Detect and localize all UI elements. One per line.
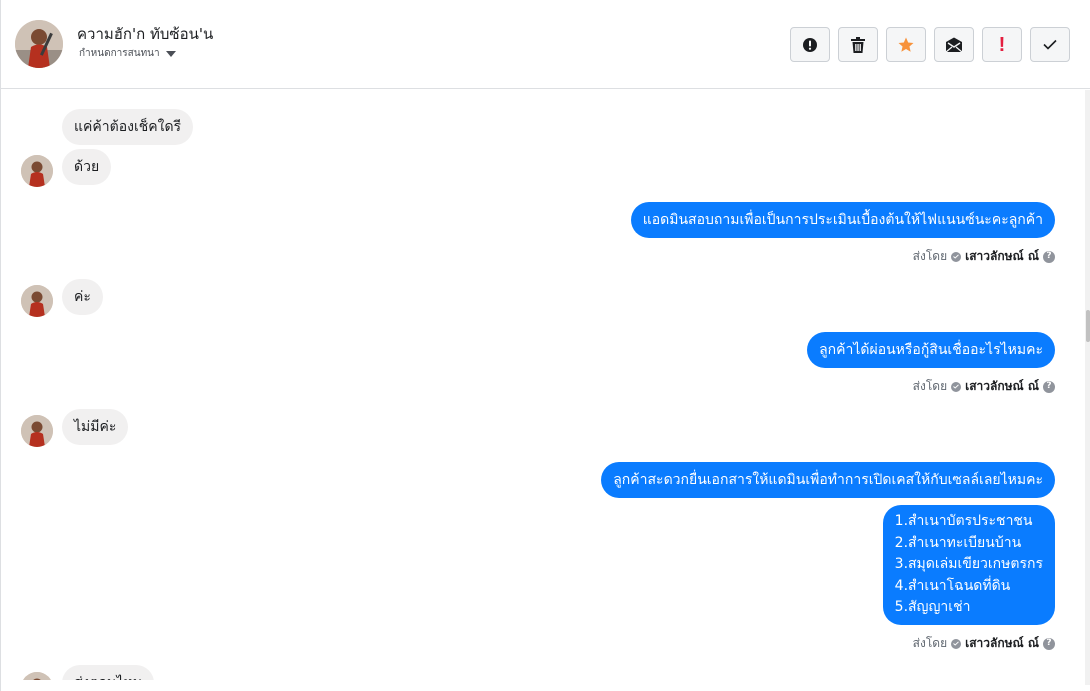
avatar — [21, 415, 53, 447]
message-outgoing[interactable]: ลูกค้าได้ผ่อนหรือกู้สินเชื่ออะไรไหมคะ — [807, 332, 1055, 368]
mark-unread-button[interactable] — [934, 27, 974, 62]
list-line: 4.สำเนาโฉนดที่ดิน — [894, 577, 1011, 594]
report-button[interactable] — [790, 27, 830, 62]
message-list: แค่ค้าต้องเช็คใดรี ด้วย แอดมินสอบถามเพื่… — [1, 90, 1085, 680]
list-line: 2.สำเนาทะเบียนบ้าน — [894, 534, 1022, 551]
message-incoming[interactable]: ไม่มีค่ะ — [62, 409, 129, 445]
caret-down-icon — [165, 50, 176, 57]
sent-by-prefix: ส่งโดย — [912, 636, 948, 650]
sent-by-info: ส่งโดย เสาวลักษณ์ ณ์ ? — [913, 634, 1055, 653]
avatar — [21, 672, 53, 680]
help-icon[interactable]: ? — [1043, 637, 1055, 650]
sent-by-info: ส่งโดย เสาวลักษณ์ ณ์ ? — [913, 377, 1055, 396]
scrollbar[interactable] — [1085, 90, 1090, 685]
message-outgoing-list[interactable]: 1.สำเนาบัตรประชาชน 2.สำเนาทะเบียนบ้าน 3.… — [882, 505, 1055, 625]
avatar — [21, 155, 53, 187]
message-incoming[interactable]: ด้วย — [62, 149, 112, 185]
delete-button[interactable] — [838, 27, 878, 62]
message-incoming[interactable]: แค่ค้าต้องเช็คใดรี — [62, 109, 194, 145]
check-icon — [951, 638, 962, 649]
star-button[interactable] — [886, 27, 926, 62]
star-icon — [898, 37, 914, 52]
mark-unread-icon — [945, 37, 963, 52]
toolbar: ! — [790, 27, 1070, 62]
sender-name[interactable]: เสาวลักษณ์ ณ์ — [965, 634, 1039, 653]
sent-by-prefix: ส่งโดย — [912, 249, 948, 263]
avatar[interactable] — [15, 20, 63, 68]
conversation-settings-label: กำหนดการสนทนา — [79, 48, 160, 59]
sent-by-info: ส่งโดย เสาวลักษณ์ ณ์ ? — [913, 247, 1055, 266]
message-outgoing[interactable]: ลูกค้าสะดวกยื่นเอกสารให้แดมินเพื่อทำการเ… — [601, 462, 1055, 498]
conversation-panel: ความฮัก'ก ทับซ้อน'น กำหนดการสนทนา ! แค่ค… — [0, 0, 1090, 691]
report-icon — [803, 37, 817, 52]
message-incoming[interactable]: ส่งตอนไหน — [62, 665, 155, 680]
list-line: 1.สำเนาบัตรประชาชน — [894, 513, 1033, 529]
message-incoming[interactable]: ค่ะ — [62, 279, 103, 315]
important-icon: ! — [998, 33, 1006, 56]
message-outgoing[interactable]: แอดมินสอบถามเพื่อเป็นการประเมินเบื้องต้น… — [630, 202, 1055, 238]
help-icon[interactable]: ? — [1043, 250, 1055, 263]
check-icon — [951, 381, 962, 392]
sent-by-prefix: ส่งโดย — [912, 379, 948, 393]
scrollbar-thumb[interactable] — [1086, 310, 1090, 342]
contact-name: ความฮัก'ก ทับซ้อน'น — [77, 25, 214, 43]
done-icon — [1043, 39, 1057, 50]
avatar — [21, 285, 53, 317]
list-line: 3.สมุดเล่มเขียวเกษตรกร — [894, 556, 1043, 572]
sender-name[interactable]: เสาวลักษณ์ ณ์ — [965, 377, 1039, 396]
conversation-header: ความฮัก'ก ทับซ้อน'น กำหนดการสนทนา ! — [1, 0, 1090, 89]
check-icon — [951, 251, 962, 262]
conversation-settings[interactable]: กำหนดการสนทนา — [79, 46, 176, 61]
sender-name[interactable]: เสาวลักษณ์ ณ์ — [965, 247, 1039, 266]
important-button[interactable]: ! — [982, 27, 1022, 62]
list-line: 5.สัญญาเช่า — [894, 599, 971, 615]
done-button[interactable] — [1030, 27, 1070, 62]
help-icon[interactable]: ? — [1043, 380, 1055, 393]
trash-icon — [851, 36, 865, 53]
